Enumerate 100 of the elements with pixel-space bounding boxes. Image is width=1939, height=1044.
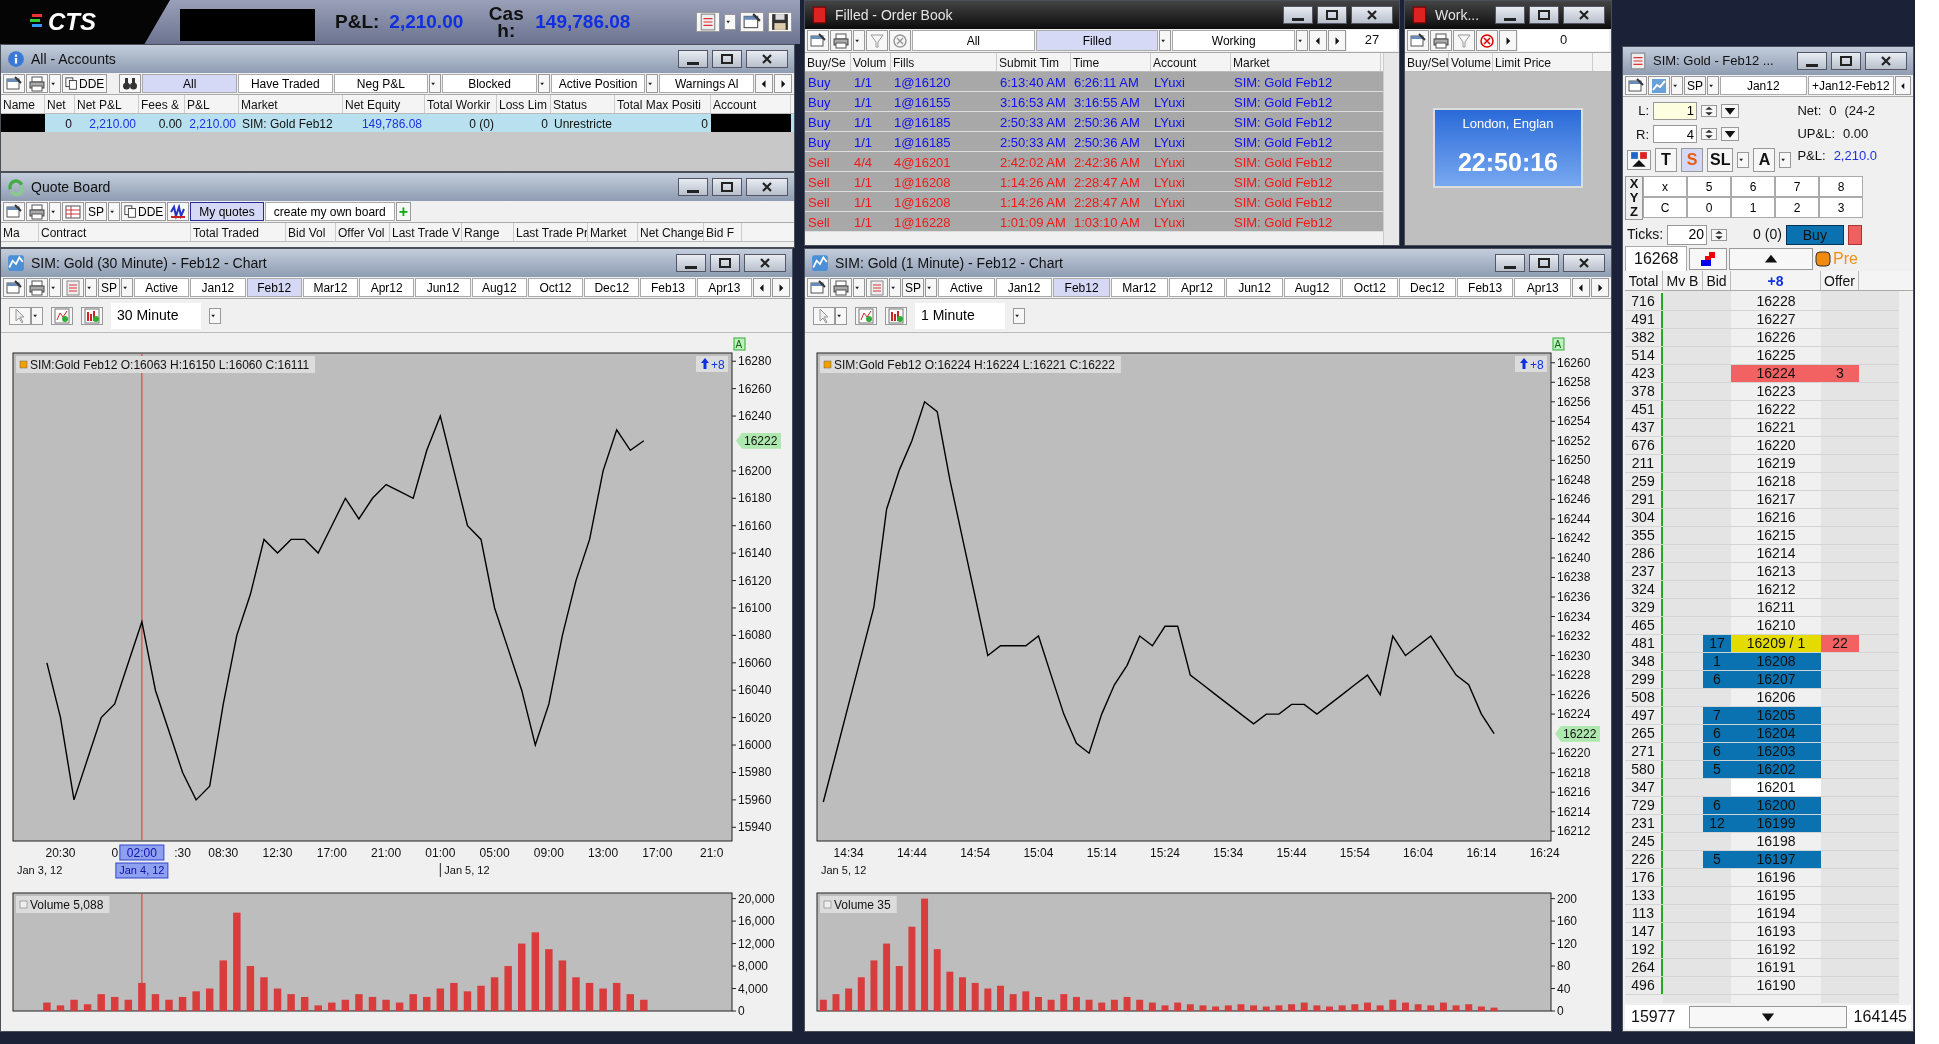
price-cell[interactable]: 16209 / 1 <box>1731 635 1821 652</box>
column-header[interactable]: Account <box>711 95 791 113</box>
sp-button[interactable]: SP <box>85 202 107 221</box>
contract-tab[interactable]: Mar12 <box>1110 278 1168 297</box>
hotkey-button[interactable]: 7 <box>1775 176 1819 197</box>
sp-button[interactable]: SP <box>98 278 120 297</box>
contract-tab[interactable]: Oct12 <box>527 278 584 297</box>
filter-tab[interactable]: Warnings Al <box>659 74 754 93</box>
contract-tab[interactable]: Apr13 <box>696 278 752 297</box>
price-cell[interactable]: 16227 <box>1731 311 1821 328</box>
quantity-field[interactable]: 4 <box>1653 125 1697 144</box>
price-field[interactable]: 16268 <box>1625 246 1687 272</box>
hotkey-button[interactable]: 6 <box>1731 176 1775 197</box>
column-header[interactable]: Status <box>551 95 615 113</box>
filter-tab[interactable]: Working <box>1172 30 1295 51</box>
column-header[interactable]: Fees & <box>139 95 185 113</box>
column-header[interactable]: Net Equity <box>343 95 425 113</box>
filter-tab[interactable]: Filled <box>1035 30 1159 51</box>
price-cell[interactable]: 16194 <box>1731 905 1821 922</box>
column-header[interactable]: Bid <box>1703 271 1731 290</box>
column-header[interactable]: Market <box>1231 53 1381 71</box>
contract-tab[interactable]: Jun12 <box>415 278 471 297</box>
column-header[interactable]: P&L <box>185 95 239 113</box>
price-cell[interactable]: 16195 <box>1731 887 1821 904</box>
price-cell[interactable]: 16199 <box>1731 815 1821 832</box>
price-cell[interactable]: 16220 <box>1731 437 1821 454</box>
column-header[interactable]: Range <box>462 223 514 241</box>
price-cell[interactable]: 16198 <box>1731 833 1821 850</box>
sp-button[interactable]: SP <box>902 278 924 297</box>
price-cell[interactable]: 16201 <box>1731 779 1821 796</box>
column-header[interactable]: Volume <box>1449 53 1493 71</box>
contract-tab[interactable]: Jan12 <box>995 278 1053 297</box>
contract-tab[interactable]: Jun12 <box>1226 278 1283 297</box>
dde-button[interactable]: DDE <box>62 74 108 93</box>
column-header[interactable]: Net <box>45 95 75 113</box>
quantity-field[interactable]: 1 <box>1653 101 1697 120</box>
buy-button[interactable]: Buy <box>1785 224 1844 245</box>
column-header[interactable]: Offer Vol <box>336 223 390 241</box>
column-header[interactable]: Total <box>1625 271 1663 290</box>
column-header[interactable]: Net Change <box>638 223 704 241</box>
hotkey-button[interactable]: 3 <box>1819 197 1863 218</box>
price-cell[interactable]: 16205 <box>1731 707 1821 724</box>
column-header[interactable]: Market <box>588 223 638 241</box>
contract-tab[interactable]: Aug12 <box>1283 278 1341 297</box>
price-cell[interactable]: 16197 <box>1731 851 1821 868</box>
column-header[interactable]: +8 <box>1731 271 1821 290</box>
price-cell[interactable]: 16216 <box>1731 509 1821 526</box>
column-header[interactable]: Limit Price <box>1493 53 1593 71</box>
interval-dropdown[interactable]: 1 Minute <box>915 302 1005 329</box>
price-cell[interactable]: 16215 <box>1731 527 1821 544</box>
price-cell[interactable]: 16208 <box>1731 653 1821 670</box>
contract-tab[interactable]: Jan12 <box>1720 76 1807 95</box>
contract-tab[interactable]: Apr13 <box>1514 278 1572 297</box>
price-cell[interactable]: 16200 <box>1731 797 1821 814</box>
hotkey-button[interactable]: x <box>1643 176 1687 197</box>
column-header[interactable]: Market <box>239 95 343 113</box>
contract-tab[interactable]: Apr12 <box>359 278 415 297</box>
contract-tab[interactable]: Mar12 <box>302 278 359 297</box>
hotkey-button[interactable]: 1 <box>1731 197 1775 218</box>
price-cell[interactable]: 16203 <box>1731 743 1821 760</box>
contract-tab[interactable]: Oct12 <box>1341 278 1399 297</box>
order-type-button[interactable]: T <box>1655 148 1677 172</box>
filter-tab[interactable]: Active Position <box>550 74 646 93</box>
interval-dropdown[interactable]: 30 Minute <box>111 302 201 329</box>
price-cell[interactable]: 16225 <box>1731 347 1821 364</box>
price-cell[interactable]: 16224 <box>1731 365 1821 382</box>
dde-button[interactable]: DDE <box>121 202 167 221</box>
column-header[interactable]: Loss Lim <box>497 95 551 113</box>
column-header[interactable]: Buy/Se <box>805 53 851 71</box>
contract-tab[interactable]: Active <box>134 278 190 297</box>
price-cell[interactable]: 16204 <box>1731 725 1821 742</box>
column-header[interactable]: Net P&L <box>75 95 139 113</box>
price-cell[interactable]: 16218 <box>1731 473 1821 490</box>
column-header[interactable]: Ma <box>1 223 39 241</box>
price-cell[interactable]: 16219 <box>1731 455 1821 472</box>
contract-tab[interactable]: Jan12 <box>190 278 246 297</box>
price-cell[interactable]: 16207 <box>1731 671 1821 688</box>
contract-tab[interactable]: Feb12 <box>246 278 302 297</box>
price-cell[interactable]: 16212 <box>1731 581 1821 598</box>
column-header[interactable]: Bid Vol <box>286 223 336 241</box>
column-header[interactable]: Volum <box>851 53 891 71</box>
board-tab[interactable]: create my own board <box>264 202 395 221</box>
column-header[interactable]: Fills <box>891 53 997 71</box>
hotkey-button[interactable]: 0 <box>1687 197 1731 218</box>
auto-scale-button[interactable]: A <box>733 337 746 351</box>
price-cell[interactable]: 16210 <box>1731 617 1821 634</box>
contract-tab[interactable]: +Jan12-Feb12 <box>1807 76 1894 95</box>
contract-tab[interactable]: Apr12 <box>1168 278 1226 297</box>
price-cell[interactable]: 16192 <box>1731 941 1821 958</box>
board-tab[interactable]: My quotes <box>190 202 264 221</box>
price-cell[interactable]: 16190 <box>1731 977 1821 994</box>
contract-tab[interactable]: Feb13 <box>1456 278 1514 297</box>
column-header[interactable]: Mv B <box>1663 271 1703 290</box>
column-header[interactable]: Buy/Sel <box>1405 53 1449 71</box>
price-cell[interactable]: 16211 <box>1731 599 1821 616</box>
column-header[interactable]: Total Traded <box>191 223 286 241</box>
column-header[interactable]: Name <box>1 95 45 113</box>
column-header[interactable]: Offer <box>1821 271 1859 290</box>
filter-tab[interactable]: Have Traded <box>237 74 333 93</box>
order-type-button[interactable]: SL <box>1707 148 1734 172</box>
